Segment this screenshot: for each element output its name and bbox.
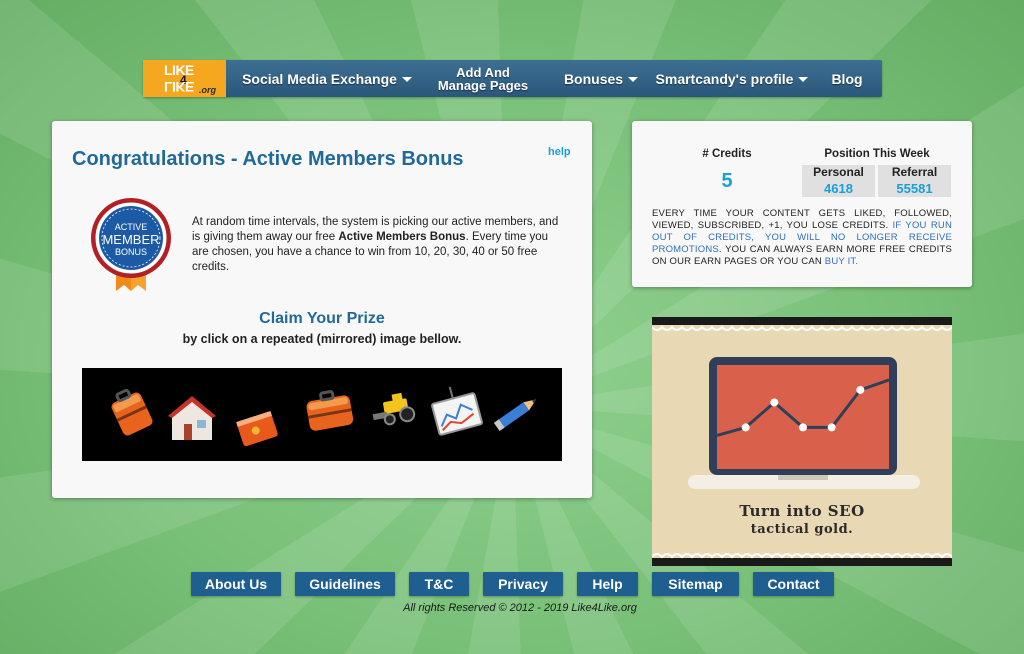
copyright-text: All rights Reserved © 2012 - 2019 Like4L… <box>403 602 637 614</box>
nav-social-media-exchange-label: Social Media Exchange <box>242 70 397 87</box>
nav-bonuses[interactable]: Bonuses <box>561 60 641 97</box>
footer-guidelines[interactable]: Guidelines <box>295 572 395 596</box>
tractor-icon[interactable] <box>367 368 427 461</box>
briefcase-icon[interactable] <box>102 368 162 461</box>
personal-value: 4618 <box>824 181 853 196</box>
referral-position: Referral 55581 <box>878 165 951 197</box>
personal-label: Personal <box>813 165 864 179</box>
footer-sitemap[interactable]: Sitemap <box>652 572 739 596</box>
chevron-down-icon <box>401 77 412 82</box>
footer-about-us[interactable]: About Us <box>191 572 281 596</box>
credits-label: # Credits <box>702 148 752 160</box>
badge-line3: BONUS <box>115 247 147 257</box>
ad-headline-line1: Turn into SEO <box>739 502 865 520</box>
claim-subtitle: by click on a repeated (mirrored) image … <box>182 332 462 346</box>
book-icon[interactable] <box>227 368 287 461</box>
logo-like-top: LIKE <box>164 62 194 78</box>
bonus-panel: Congratulations - Active Members Bonus h… <box>52 121 592 498</box>
badge-line1: ACTIVE <box>115 222 148 232</box>
ad-headline-line2: tactical gold. <box>750 522 854 537</box>
badge-line2: MEMBER <box>102 232 159 247</box>
nav-add-manage-pages-line1: Add And <box>456 64 510 80</box>
footer-contact[interactable]: Contact <box>753 572 834 596</box>
bonus-intro-text: At random time intervals, the system is … <box>192 215 564 275</box>
intro-text-bold: Active Members Bonus <box>338 231 466 243</box>
ad-chart-point <box>856 385 865 394</box>
briefcase-icon[interactable] <box>300 368 360 461</box>
nav-bonuses-label: Bonuses <box>563 70 624 87</box>
credits-value: 5 <box>721 170 733 192</box>
chevron-down-icon <box>628 77 639 82</box>
ad-chart-point <box>827 423 836 432</box>
nav-social-media-exchange[interactable]: Social Media Exchange <box>237 60 417 97</box>
position-label: Position This Week <box>824 148 930 160</box>
footer-terms[interactable]: T&C <box>409 572 469 596</box>
claim-title: Claim Your Prize <box>259 310 385 327</box>
logo-like-mirrored: LIKE <box>164 79 194 95</box>
nav-add-manage-pages[interactable]: Add And Manage Pages <box>427 60 539 97</box>
active-member-badge-icon: ACTIVE MEMBER BONUS <box>91 198 171 291</box>
prize-image-strip <box>82 368 562 461</box>
nav-blog-label: Blog <box>831 70 863 87</box>
referral-value: 55581 <box>896 181 933 196</box>
seo-advertisement[interactable]: Turn into SEO tactical gold. <box>652 317 952 566</box>
ad-chart-point <box>741 423 750 432</box>
ad-chart-point <box>770 398 779 407</box>
page-title: Congratulations - Active Members Bonus <box>72 148 464 170</box>
nav-add-manage-pages-line2: Manage Pages <box>437 77 529 93</box>
site-logo[interactable]: LIKE 4 LIKE .org <box>143 60 226 97</box>
house-icon[interactable] <box>162 368 222 461</box>
credits-info-text: EVERY TIME YOUR CONTENT GETS LIKED, FOLL… <box>652 208 952 268</box>
pencil-icon[interactable] <box>487 368 547 461</box>
credits-panel: # Credits 5 Position This Week Personal … <box>632 121 972 287</box>
nav-profile-label: Smartcandy's profile <box>655 70 794 87</box>
footer-help[interactable]: Help <box>577 572 638 596</box>
referral-label: Referral <box>891 165 938 179</box>
footer-privacy[interactable]: Privacy <box>483 572 563 596</box>
chart-board-icon[interactable] <box>427 368 487 461</box>
buy-credits-link[interactable]: BUY IT. <box>825 256 858 267</box>
personal-position: Personal 4618 <box>802 165 875 197</box>
top-nav: LIKE 4 LIKE .org Social Media Exchange A… <box>143 60 882 97</box>
chevron-down-icon <box>798 77 809 82</box>
nav-profile[interactable]: Smartcandy's profile <box>655 60 809 97</box>
logo-tld: .org <box>199 85 216 95</box>
ad-chart-point <box>799 423 807 432</box>
nav-blog[interactable]: Blog <box>823 60 871 97</box>
help-link[interactable]: help <box>548 146 571 158</box>
